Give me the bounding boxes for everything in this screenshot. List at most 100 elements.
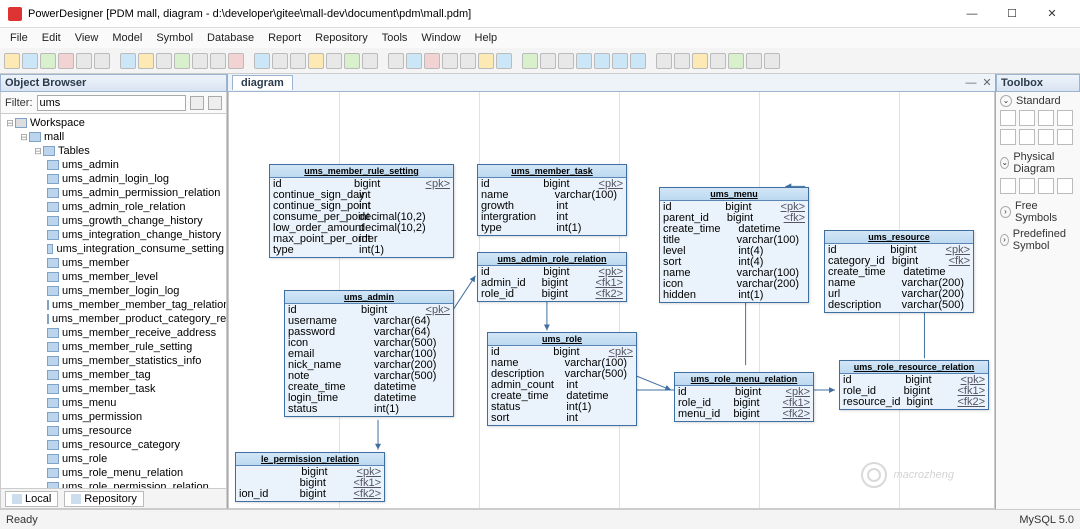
tree-item[interactable]: ums_member_statistics_info (5, 354, 224, 368)
toolbar-button-15[interactable] (290, 53, 306, 69)
toolbar-button-23[interactable] (442, 53, 458, 69)
toolbar-button-38[interactable] (728, 53, 744, 69)
tree-item[interactable]: ums_role_permission_relation (5, 480, 224, 489)
diagram-canvas[interactable]: ums_member_rule_settingidbigint<pk>conti… (228, 92, 995, 509)
menu-help[interactable]: Help (469, 30, 504, 46)
menu-report[interactable]: Report (262, 30, 307, 46)
tree-item[interactable]: ⊟Tables (5, 144, 224, 158)
entity-ums_role_menu_relation[interactable]: ums_role_menu_relationidbigint<pk>role_i… (674, 372, 814, 422)
toolbar-button-28[interactable] (540, 53, 556, 69)
toolbar-button-22[interactable] (424, 53, 440, 69)
filter-options-button[interactable] (208, 96, 222, 110)
toolbar-button-33[interactable] (630, 53, 646, 69)
toolbar-button-9[interactable] (174, 53, 190, 69)
toolbar-button-34[interactable] (656, 53, 672, 69)
toolbar-button-14[interactable] (272, 53, 288, 69)
menubar[interactable]: FileEditViewModelSymbolDatabaseReportRep… (0, 28, 1080, 48)
toolbox-section-predefined[interactable]: ›Predefined Symbol (1000, 228, 1076, 252)
toolbar-button-17[interactable] (326, 53, 342, 69)
entity-ums_role[interactable]: ums_roleidbigint<pk>namevarchar(100)desc… (487, 332, 637, 426)
toolbar-button-8[interactable] (156, 53, 172, 69)
table-tool-icon[interactable] (1000, 178, 1016, 194)
toolbox-section-physical[interactable]: ⌄Physical Diagram (1000, 151, 1076, 175)
close-button[interactable]: ✕ (1032, 2, 1072, 26)
tree-item[interactable]: ums_menu (5, 396, 224, 410)
toolbar-button-30[interactable] (576, 53, 592, 69)
procedure-tool-icon[interactable] (1057, 178, 1073, 194)
menu-window[interactable]: Window (415, 30, 466, 46)
tree-item[interactable]: ums_admin_login_log (5, 172, 224, 186)
entity-le_permission_relation[interactable]: le_permission_relationbigint<pk>bigint<f… (235, 452, 385, 502)
minimize-button[interactable]: — (952, 2, 992, 26)
diagram-minimize-icon[interactable]: — (963, 77, 979, 89)
tree-item[interactable]: ums_admin (5, 158, 224, 172)
pointer-tool-icon[interactable] (1000, 110, 1016, 126)
tree-item[interactable]: ⊟Workspace (5, 116, 224, 130)
main-toolbar[interactable] (0, 48, 1080, 74)
tree-item[interactable]: ums_integration_change_history (5, 228, 224, 242)
toolbar-button-4[interactable] (76, 53, 92, 69)
entity-ums_member_rule_setting[interactable]: ums_member_rule_settingidbigint<pk>conti… (269, 164, 454, 258)
hand-tool-icon[interactable] (1000, 129, 1016, 145)
toolbar-button-39[interactable] (746, 53, 762, 69)
toolbar-button-13[interactable] (254, 53, 270, 69)
menu-database[interactable]: Database (201, 30, 260, 46)
tab-local[interactable]: Local (5, 491, 58, 507)
menu-edit[interactable]: Edit (36, 30, 67, 46)
toolbar-button-3[interactable] (58, 53, 74, 69)
filter-clear-button[interactable] (190, 96, 204, 110)
toolbar-button-35[interactable] (674, 53, 690, 69)
entity-ums_resource[interactable]: ums_resourceidbigint<pk>category_idbigin… (824, 230, 974, 313)
reference-tool-icon[interactable] (1019, 178, 1035, 194)
tree-item[interactable]: ums_role_menu_relation (5, 466, 224, 480)
toolbar-button-29[interactable] (558, 53, 574, 69)
entity-ums_menu[interactable]: ums_menuidbigint<pk>parent_idbigint<fk>c… (659, 187, 809, 303)
toolbar-button-1[interactable] (22, 53, 38, 69)
tree-item[interactable]: ums_member_product_category_relation (5, 312, 224, 326)
tree-item[interactable]: ums_admin_role_relation (5, 200, 224, 214)
menu-view[interactable]: View (69, 30, 105, 46)
tree-item[interactable]: ums_member_level (5, 270, 224, 284)
toolbar-button-12[interactable] (228, 53, 244, 69)
toolbar-button-16[interactable] (308, 53, 324, 69)
filter-input[interactable] (37, 95, 187, 111)
toolbar-button-21[interactable] (406, 53, 422, 69)
tree-item[interactable]: ums_permission (5, 410, 224, 424)
tree-item[interactable]: ums_member_task (5, 382, 224, 396)
toolbar-button-11[interactable] (210, 53, 226, 69)
tree-item[interactable]: ums_member (5, 256, 224, 270)
toolbar-button-36[interactable] (692, 53, 708, 69)
zoom-fit-icon[interactable] (1057, 110, 1073, 126)
tree-item[interactable]: ums_member_tag (5, 368, 224, 382)
toolbar-button-24[interactable] (460, 53, 476, 69)
entity-ums_admin_role_relation[interactable]: ums_admin_role_relationidbigint<pk>admin… (477, 252, 627, 302)
tree-item[interactable]: ums_resource (5, 424, 224, 438)
diagram-tab[interactable]: diagram (232, 75, 293, 90)
tree-item[interactable]: ums_integration_consume_setting (5, 242, 224, 256)
menu-tools[interactable]: Tools (376, 30, 414, 46)
copy-icon[interactable] (1038, 129, 1054, 145)
toolbar-button-31[interactable] (594, 53, 610, 69)
cut-icon[interactable] (1019, 129, 1035, 145)
toolbar-button-6[interactable] (120, 53, 136, 69)
menu-repository[interactable]: Repository (309, 30, 374, 46)
toolbar-button-32[interactable] (612, 53, 628, 69)
tree-item[interactable]: ums_resource_category (5, 438, 224, 452)
model-tree[interactable]: ⊟Workspace⊟mall⊟Tablesums_adminums_admin… (0, 114, 227, 489)
tree-item[interactable]: ums_admin_permission_relation (5, 186, 224, 200)
entity-ums_member_task[interactable]: ums_member_taskidbigint<pk>namevarchar(1… (477, 164, 627, 236)
toolbar-button-18[interactable] (344, 53, 360, 69)
view-tool-icon[interactable] (1038, 178, 1054, 194)
toolbar-button-26[interactable] (496, 53, 512, 69)
paste-icon[interactable] (1057, 129, 1073, 145)
tree-item[interactable]: ums_member_receive_address (5, 326, 224, 340)
maximize-button[interactable]: ☐ (992, 2, 1032, 26)
toolbar-button-25[interactable] (478, 53, 494, 69)
toolbar-button-40[interactable] (764, 53, 780, 69)
tab-repository[interactable]: Repository (64, 491, 144, 507)
zoom-out-icon[interactable] (1038, 110, 1054, 126)
toolbar-button-37[interactable] (710, 53, 726, 69)
toolbox-section-standard[interactable]: ⌄Standard (1000, 95, 1076, 107)
entity-ums_admin[interactable]: ums_adminidbigint<pk>usernamevarchar(64)… (284, 290, 454, 417)
toolbar-button-2[interactable] (40, 53, 56, 69)
